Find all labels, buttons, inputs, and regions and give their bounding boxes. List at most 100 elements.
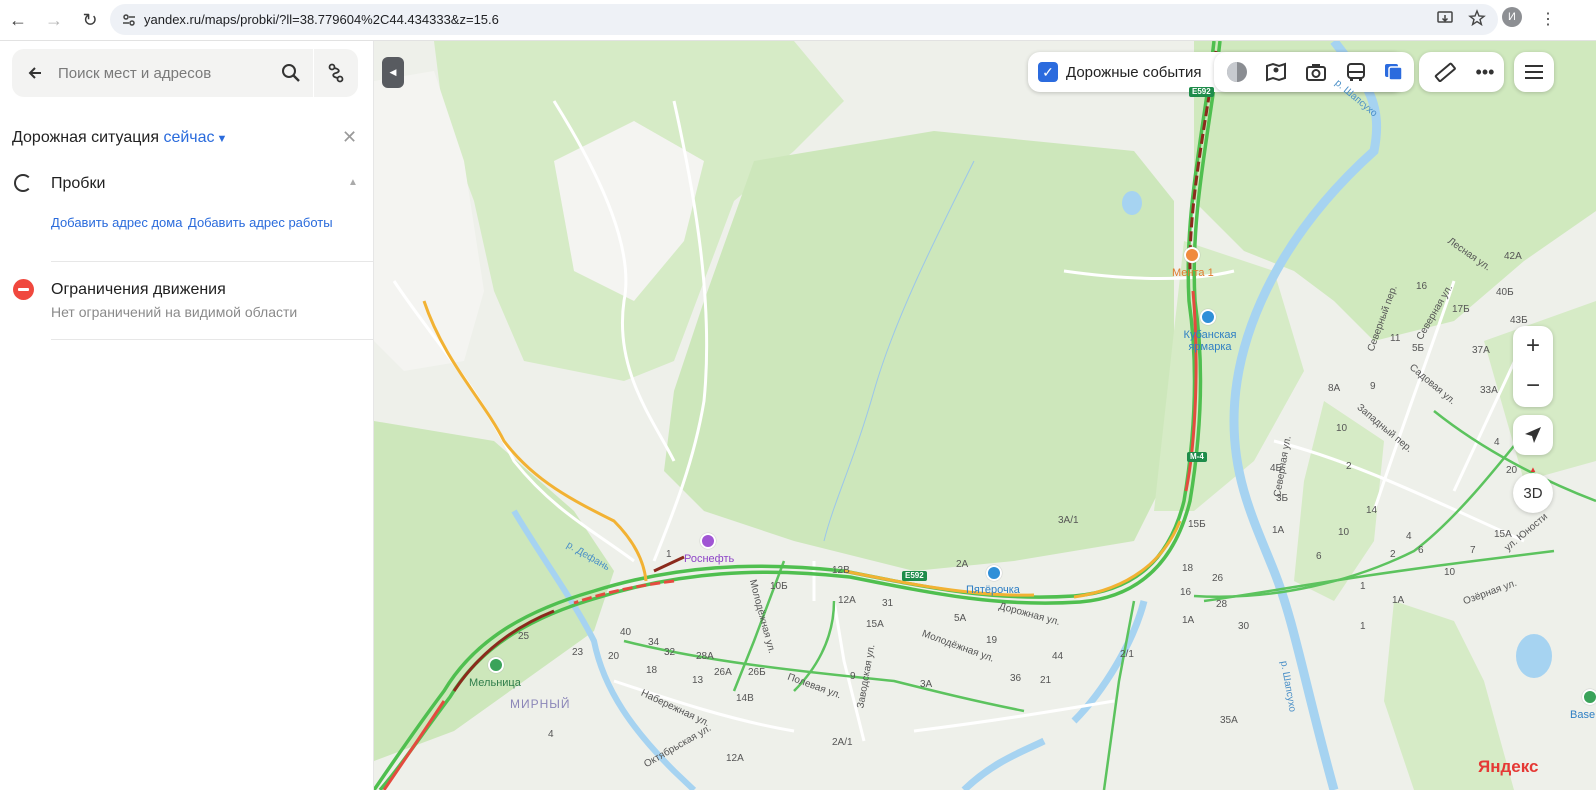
traffic-situation-heading: Дорожная ситуация сейчас ▼: [12, 129, 227, 147]
house-number: 11: [1390, 333, 1401, 344]
divider: [51, 261, 373, 262]
map-canvas[interactable]: ◀ ✓ Дорожные события ••• + − ▲ 3D E592 M…: [374, 41, 1596, 790]
profile-avatar[interactable]: И: [1502, 7, 1522, 27]
fuel-station-icon[interactable]: [700, 533, 716, 549]
house-number: 21: [1040, 675, 1052, 686]
address-bar[interactable]: yandex.ru/maps/probki/?ll=38.779604%2C44…: [110, 4, 1498, 35]
situation-label: Дорожная ситуация: [12, 129, 160, 146]
house-number: 8А: [1328, 383, 1341, 394]
house-number: 10: [1444, 567, 1456, 578]
road-events-checkbox[interactable]: ✓: [1038, 62, 1058, 82]
house-number: 10: [1338, 527, 1350, 538]
traffic-layer-icon[interactable]: [1225, 61, 1249, 83]
house-number: 42А: [1504, 251, 1522, 262]
star-landmark-icon[interactable]: [488, 657, 504, 673]
zoom-control: + −: [1513, 326, 1553, 407]
road-events-label[interactable]: Дорожные события: [1066, 64, 1202, 81]
cafe-icon[interactable]: [1184, 247, 1200, 263]
forward-arrow-icon[interactable]: →: [36, 2, 72, 38]
situation-time-selector[interactable]: сейчас: [163, 129, 214, 146]
house-number: 17Б: [1452, 304, 1470, 315]
road-shield: E592: [1189, 87, 1214, 97]
traffic-title[interactable]: Пробки: [51, 175, 105, 193]
house-number: 10: [1336, 423, 1348, 434]
locate-me-button[interactable]: [1513, 415, 1553, 455]
poi-melnitsa[interactable]: Мельница: [469, 677, 521, 689]
caret-down-icon[interactable]: ▼: [217, 133, 228, 145]
house-number: 16: [1180, 587, 1192, 598]
house-number: 5А: [954, 613, 967, 624]
house-number: 4: [1406, 531, 1412, 542]
landmark-icon[interactable]: [1582, 689, 1596, 705]
house-number: 26Б: [748, 667, 766, 678]
url-text: yandex.ru/maps/probki/?ll=38.779604%2C44…: [144, 12, 499, 27]
house-number: 13: [692, 675, 704, 686]
bookmark-star-icon[interactable]: [1468, 9, 1486, 32]
house-number: 28: [1216, 599, 1228, 610]
traffic-icon: [14, 174, 32, 192]
search-icon[interactable]: [269, 63, 313, 83]
more-icon[interactable]: •••: [1473, 61, 1497, 83]
collapse-panel-button[interactable]: ◀: [382, 57, 404, 88]
house-number: 3Б: [1276, 493, 1289, 504]
reload-icon[interactable]: ↻: [72, 2, 108, 38]
restrictions-title[interactable]: Ограничения движения: [51, 281, 226, 299]
chevron-up-icon[interactable]: ▲: [348, 177, 358, 188]
house-number: 20: [608, 651, 620, 662]
shop-icon[interactable]: [986, 565, 1002, 581]
house-number: 2/1: [1120, 649, 1134, 660]
poi-rosneft[interactable]: Роснефть: [684, 553, 734, 565]
brand-text: Яндекс: [1478, 757, 1539, 776]
house-number: 1А: [1272, 525, 1285, 536]
route-icon[interactable]: [314, 63, 358, 83]
panorama-icon[interactable]: [1264, 61, 1288, 83]
install-app-icon[interactable]: [1436, 9, 1454, 32]
house-number: 23: [572, 647, 584, 658]
house-number: 32: [664, 647, 676, 658]
house-number: 2: [1390, 549, 1396, 560]
back-arrow-icon[interactable]: [12, 64, 58, 82]
close-icon[interactable]: ✕: [342, 127, 357, 148]
house-number: 12А: [726, 753, 744, 764]
house-number: 33А: [1480, 385, 1498, 396]
house-number: 34: [648, 637, 660, 648]
browser-menu-icon[interactable]: ⋮: [1540, 9, 1556, 29]
layers-icon[interactable]: [1382, 61, 1406, 83]
house-number: 1А: [1392, 595, 1405, 606]
zoom-out-button[interactable]: −: [1513, 366, 1553, 406]
house-number: 31: [882, 598, 894, 609]
house-number: 16: [1416, 281, 1428, 292]
house-number: 2А: [956, 559, 969, 570]
search-input[interactable]: Поиск мест и адресов: [58, 65, 269, 82]
yandex-logo[interactable]: Яндекс: [1478, 757, 1538, 777]
shop-icon[interactable]: [1200, 309, 1216, 325]
3d-view-button[interactable]: 3D: [1513, 473, 1553, 513]
add-work-link[interactable]: Добавить адрес работы: [188, 215, 333, 230]
add-home-link[interactable]: Добавить адрес дома: [51, 215, 182, 230]
main-menu-button[interactable]: [1514, 52, 1554, 92]
house-number: 6: [1316, 551, 1322, 562]
ruler-icon[interactable]: [1433, 61, 1457, 83]
back-arrow-icon[interactable]: ←: [0, 2, 36, 38]
house-number: 28А: [696, 651, 714, 662]
poi-pyaterochka[interactable]: Пятёрочка: [966, 584, 1020, 596]
poi-base[interactable]: Base: [1570, 709, 1595, 721]
poi-menta[interactable]: Мента 1: [1172, 267, 1214, 279]
house-number: 26: [1212, 573, 1224, 584]
house-number: 1: [1360, 581, 1366, 592]
house-number: 3А: [920, 679, 933, 690]
house-number: 4: [1494, 437, 1500, 448]
map-base: [374, 41, 1596, 790]
house-number: 5Б: [1412, 343, 1425, 354]
house-number: 30: [1238, 621, 1250, 632]
camera-icon[interactable]: [1304, 61, 1328, 83]
poi-kuban[interactable]: Кубанская ярмарка: [1178, 329, 1242, 353]
house-number: 10Б: [770, 581, 788, 592]
site-settings-icon[interactable]: [114, 12, 144, 28]
house-number: 40: [620, 627, 632, 638]
search-box[interactable]: Поиск мест и адресов: [12, 49, 358, 97]
house-number: 18: [1182, 563, 1194, 574]
transit-icon[interactable]: [1344, 61, 1368, 83]
zoom-in-button[interactable]: +: [1513, 326, 1553, 366]
house-number: 15А: [866, 619, 884, 630]
